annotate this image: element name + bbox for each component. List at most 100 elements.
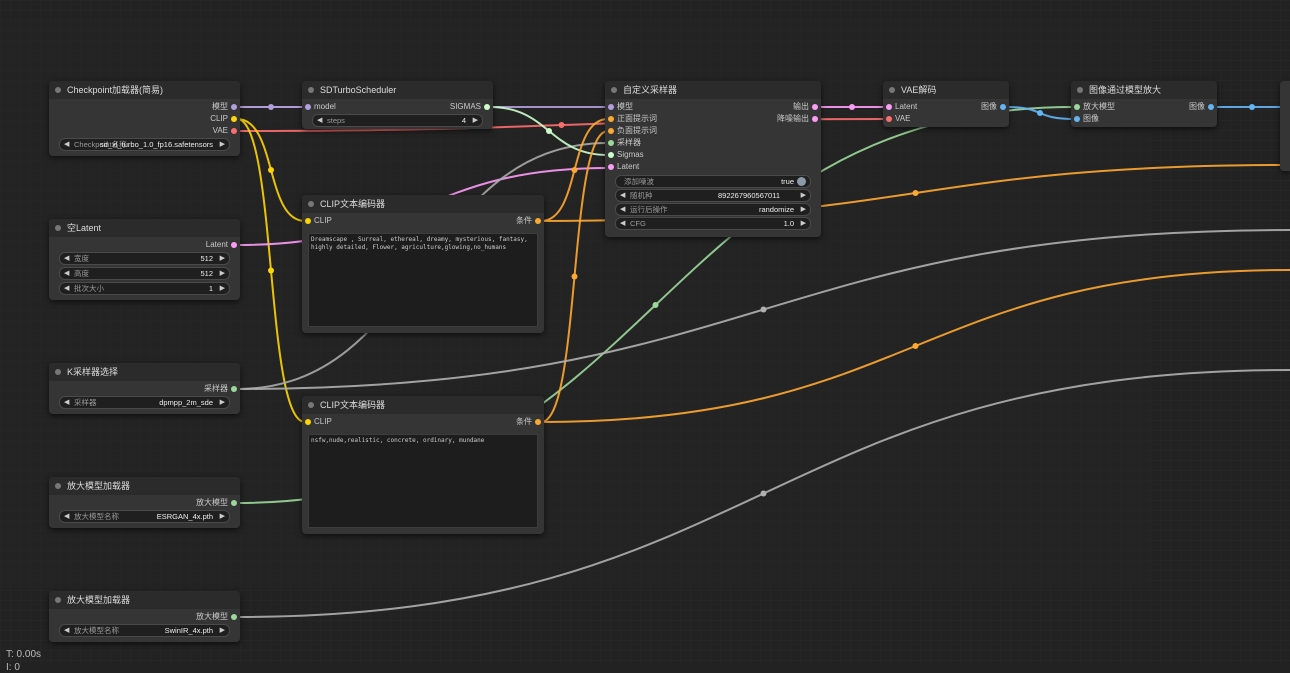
cfg-number[interactable]: ◀ CFG 1.0 ▶ bbox=[615, 217, 811, 230]
arrow-right-icon[interactable]: ▶ bbox=[801, 218, 806, 229]
output-clip[interactable]: CLIP bbox=[210, 113, 240, 125]
wire-negative-out-midpoint[interactable] bbox=[912, 343, 919, 349]
node-offscreen-partial[interactable] bbox=[1280, 81, 1290, 171]
collapse-dot-icon[interactable] bbox=[55, 483, 61, 489]
input-negative[interactable]: 负面提示词 bbox=[605, 125, 657, 137]
toggle-knob-icon[interactable] bbox=[797, 177, 806, 186]
input-positive[interactable]: 正面提示词 bbox=[605, 113, 657, 125]
arrow-right-icon[interactable]: ▶ bbox=[801, 204, 806, 215]
prompt-textarea[interactable]: nsfw,nude,realistic, concrete, ordinary,… bbox=[308, 434, 538, 528]
output-sampler[interactable]: 采样器 bbox=[204, 383, 240, 395]
arrow-left-icon[interactable]: ◀ bbox=[64, 625, 69, 636]
collapse-dot-icon[interactable] bbox=[611, 87, 617, 93]
collapse-dot-icon[interactable] bbox=[889, 87, 895, 93]
height-number[interactable]: ◀ 高度 512 ▶ bbox=[59, 267, 230, 280]
wire-upscale-model-1-midpoint[interactable] bbox=[652, 302, 659, 308]
width-number[interactable]: ◀ 宽度 512 ▶ bbox=[59, 252, 230, 265]
prompt-textarea[interactable]: Dreamscape , Surreal, ethereal, dreamy, … bbox=[308, 233, 538, 327]
steps-number[interactable]: ◀ steps 4 ▶ bbox=[312, 114, 483, 127]
batch-size-number[interactable]: ◀ 批次大小 1 ▶ bbox=[59, 282, 230, 295]
collapse-dot-icon[interactable] bbox=[55, 597, 61, 603]
add-noise-toggle[interactable]: 添加噪波 true bbox=[615, 175, 811, 188]
arrow-right-icon[interactable]: ▶ bbox=[220, 625, 225, 636]
node-upscale-loader-2[interactable]: 放大模型加载器 放大模型 ◀ 放大模型名称 SwinIR_4x.pth ▶ bbox=[49, 591, 240, 642]
arrow-left-icon[interactable]: ◀ bbox=[64, 268, 69, 279]
input-model[interactable]: 模型 bbox=[605, 101, 633, 113]
arrow-right-icon[interactable]: ▶ bbox=[220, 511, 225, 522]
input-latent[interactable]: Latent bbox=[883, 101, 917, 113]
arrow-right-icon[interactable]: ▶ bbox=[220, 139, 225, 150]
sampler-name-combo[interactable]: ◀ 采样器 dpmpp_2m_sde ▶ bbox=[59, 396, 230, 409]
wire-upscale-model-2-midpoint[interactable] bbox=[760, 490, 767, 497]
arrow-right-icon[interactable]: ▶ bbox=[220, 268, 225, 279]
collapse-dot-icon[interactable] bbox=[308, 201, 314, 207]
output-denoised[interactable]: 降噪输出 bbox=[777, 113, 821, 125]
node-clip-text-encode-negative[interactable]: CLIP文本编码器 CLIP 条件 nsfw,nude,realistic, c… bbox=[302, 396, 544, 534]
output-image[interactable]: 图像 bbox=[981, 101, 1009, 113]
node-empty-latent[interactable]: 空Latent Latent ◀ 宽度 512 ▶ ◀ 高度 512 ▶ ◀ 批次大小 1 ▶ bbox=[49, 219, 240, 300]
arrow-left-icon[interactable]: ◀ bbox=[620, 204, 625, 215]
seed-number[interactable]: ◀ 随机种 892267960567011 ▶ bbox=[615, 189, 811, 202]
output-upscale-model[interactable]: 放大模型 bbox=[196, 611, 240, 623]
wire-clip-positive-midpoint[interactable] bbox=[268, 167, 274, 173]
input-upscale-model[interactable]: 放大模型 bbox=[1071, 101, 1115, 113]
collapse-dot-icon[interactable] bbox=[308, 87, 314, 93]
node-ksampler-select[interactable]: K采样器选择 采样器 ◀ 采样器 dpmpp_2m_sde ▶ bbox=[49, 363, 240, 414]
output-conditioning[interactable]: 条件 bbox=[516, 416, 544, 428]
collapse-dot-icon[interactable] bbox=[308, 402, 314, 408]
arrow-right-icon[interactable]: ▶ bbox=[220, 253, 225, 264]
collapse-dot-icon[interactable] bbox=[55, 369, 61, 375]
output-sigmas[interactable]: SIGMAS bbox=[450, 101, 493, 113]
node-clip-text-encode-positive[interactable]: CLIP文本编码器 CLIP 条件 Dreamscape , Surreal, … bbox=[302, 195, 544, 333]
collapse-dot-icon[interactable] bbox=[55, 87, 61, 93]
arrow-left-icon[interactable]: ◀ bbox=[64, 253, 69, 264]
output-image[interactable]: 图像 bbox=[1189, 101, 1217, 113]
input-model[interactable]: model bbox=[302, 101, 336, 113]
wire-sigmas-midpoint[interactable] bbox=[546, 128, 552, 134]
input-latent[interactable]: Latent bbox=[605, 161, 639, 173]
wire-positive-out-midpoint[interactable] bbox=[912, 190, 919, 196]
arrow-left-icon[interactable]: ◀ bbox=[64, 511, 69, 522]
arrow-left-icon[interactable]: ◀ bbox=[620, 190, 625, 201]
output-latent[interactable]: Latent bbox=[206, 239, 240, 251]
input-sigmas[interactable]: Sigmas bbox=[605, 149, 644, 161]
arrow-right-icon[interactable]: ▶ bbox=[220, 397, 225, 408]
upscale-model-name-combo[interactable]: ◀ 放大模型名称 SwinIR_4x.pth ▶ bbox=[59, 624, 230, 637]
wire-image-out-midpoint[interactable] bbox=[1249, 104, 1255, 110]
arrow-left-icon[interactable]: ◀ bbox=[317, 115, 322, 126]
collapse-dot-icon[interactable] bbox=[1077, 87, 1083, 93]
wire-clip-negative-midpoint[interactable] bbox=[268, 267, 274, 274]
input-sampler[interactable]: 采样器 bbox=[605, 137, 641, 149]
node-sdturbo-scheduler[interactable]: SDTurboScheduler model SIGMAS ◀ steps 4 ▶ bbox=[302, 81, 493, 129]
wire-negative-midpoint[interactable] bbox=[571, 273, 578, 280]
output-vae[interactable]: VAE bbox=[213, 125, 240, 137]
input-vae[interactable]: VAE bbox=[883, 113, 910, 125]
ckpt-name-combo[interactable]: ◀ Checkpoint名称 sd_xl_turbo_1.0_fp16.safe… bbox=[59, 138, 230, 151]
arrow-right-icon[interactable]: ▶ bbox=[473, 115, 478, 126]
control-after-generate-combo[interactable]: ◀ 运行后操作 randomize ▶ bbox=[615, 203, 811, 216]
wire-latent-decode-midpoint[interactable] bbox=[849, 104, 855, 110]
arrow-left-icon[interactable]: ◀ bbox=[620, 218, 625, 229]
arrow-left-icon[interactable]: ◀ bbox=[64, 283, 69, 294]
input-clip[interactable]: CLIP bbox=[302, 416, 332, 428]
arrow-left-icon[interactable]: ◀ bbox=[64, 139, 69, 150]
node-image-upscale-with-model[interactable]: 图像通过模型放大 放大模型 图像 图像 bbox=[1071, 81, 1217, 127]
node-custom-sampler[interactable]: 自定义采样器 模型 正面提示词 负面提示词 采样器 Sigmas Latent … bbox=[605, 81, 821, 237]
node-vae-decode[interactable]: VAE解码 Latent VAE 图像 bbox=[883, 81, 1009, 127]
collapse-dot-icon[interactable] bbox=[55, 225, 61, 231]
node-checkpoint-loader[interactable]: Checkpoint加载器(简易) 模型 CLIP VAE ◀ Checkpoi… bbox=[49, 81, 240, 156]
output-output[interactable]: 输出 bbox=[793, 101, 821, 113]
output-conditioning[interactable]: 条件 bbox=[516, 215, 544, 227]
upscale-model-name-combo[interactable]: ◀ 放大模型名称 ESRGAN_4x.pth ▶ bbox=[59, 510, 230, 523]
wire-positive-midpoint[interactable] bbox=[571, 167, 578, 173]
arrow-left-icon[interactable]: ◀ bbox=[64, 397, 69, 408]
wire-vae-midpoint[interactable] bbox=[558, 122, 565, 128]
input-image[interactable]: 图像 bbox=[1071, 113, 1099, 125]
arrow-right-icon[interactable]: ▶ bbox=[801, 190, 806, 201]
wire-sampler-out-midpoint[interactable] bbox=[760, 306, 767, 313]
output-upscale-model[interactable]: 放大模型 bbox=[196, 497, 240, 509]
node-upscale-loader-1[interactable]: 放大模型加载器 放大模型 ◀ 放大模型名称 ESRGAN_4x.pth ▶ bbox=[49, 477, 240, 528]
output-model[interactable]: 模型 bbox=[212, 101, 240, 113]
input-clip[interactable]: CLIP bbox=[302, 215, 332, 227]
arrow-right-icon[interactable]: ▶ bbox=[220, 283, 225, 294]
